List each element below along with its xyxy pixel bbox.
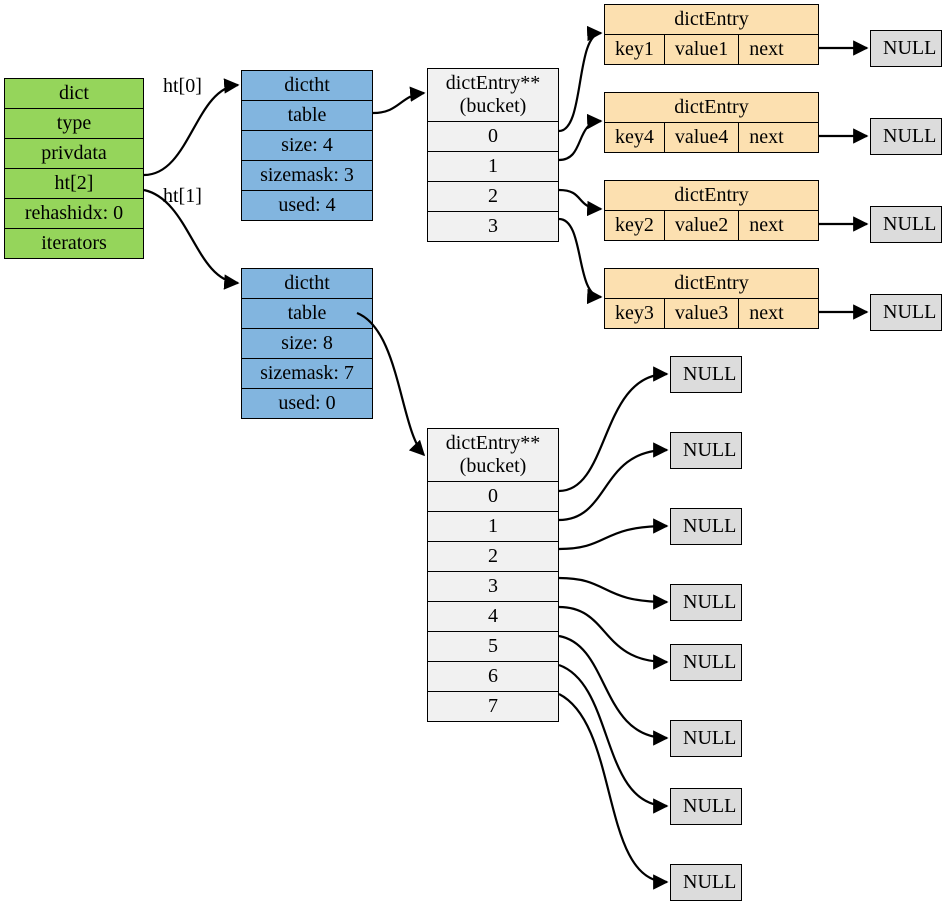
dictht0-box: dictht table size: 4 sizemask: 3 used: 4 xyxy=(241,70,373,221)
dictht0-size: size: 4 xyxy=(242,131,372,161)
dictht1-table: table xyxy=(242,299,372,329)
bucket1-title2: (bucket) xyxy=(428,455,558,482)
dictentry-2-value: value2 xyxy=(665,211,739,240)
null-entry-1: NULL xyxy=(870,118,942,155)
dictentry-1-title: dictEntry xyxy=(605,93,818,123)
null-entry-3: NULL xyxy=(870,294,942,331)
bucket0-title1: dictEntry** xyxy=(428,69,558,95)
bucket1-slot-7: 7 xyxy=(428,692,558,721)
dict-field-iterators: iterators xyxy=(5,229,143,258)
null-entry-2: NULL xyxy=(870,206,942,243)
dictentry-1-value: value4 xyxy=(665,123,739,152)
bucket1-box: dictEntry** (bucket) 0 1 2 3 4 5 6 7 xyxy=(427,428,559,722)
bucket0-box: dictEntry** (bucket) 0 1 2 3 xyxy=(427,68,559,242)
dictentry-3-key: key3 xyxy=(605,299,665,328)
dictentry-2-next: next xyxy=(739,211,793,240)
dictentry-0-key: key1 xyxy=(605,35,665,64)
dictentry-1-next: next xyxy=(739,123,793,152)
dictht1-box: dictht table size: 8 sizemask: 7 used: 0 xyxy=(241,268,373,419)
null-entry-0: NULL xyxy=(870,30,942,67)
dictentry-0-title: dictEntry xyxy=(605,5,818,35)
null-b1-7: NULL xyxy=(670,864,742,901)
bucket1-slot-4: 4 xyxy=(428,602,558,632)
dictht1-sizemask: sizemask: 7 xyxy=(242,359,372,389)
bucket0-title2: (bucket) xyxy=(428,95,558,122)
edge-label-ht0: ht[0] xyxy=(163,75,202,98)
null-b1-0: NULL xyxy=(670,356,742,393)
dictht0-title: dictht xyxy=(242,71,372,101)
dict-field-rehashidx: rehashidx: 0 xyxy=(5,199,143,229)
dict-field-privdata: privdata xyxy=(5,139,143,169)
bucket1-title1: dictEntry** xyxy=(428,429,558,455)
edge-label-ht1: ht[1] xyxy=(163,185,202,208)
dictentry-3-title: dictEntry xyxy=(605,269,818,299)
dict-box: dict type privdata ht[2] rehashidx: 0 it… xyxy=(4,78,144,259)
dict-title: dict xyxy=(5,79,143,109)
dictentry-0-next: next xyxy=(739,35,793,64)
bucket0-slot-0: 0 xyxy=(428,122,558,152)
dictentry-3: dictEntry key3 value3 next xyxy=(604,268,819,329)
bucket1-slot-0: 0 xyxy=(428,482,558,512)
bucket0-slot-2: 2 xyxy=(428,182,558,212)
bucket0-slot-1: 1 xyxy=(428,152,558,182)
dictentry-1-key: key4 xyxy=(605,123,665,152)
bucket1-slot-3: 3 xyxy=(428,572,558,602)
null-b1-2: NULL xyxy=(670,508,742,545)
dictht1-used: used: 0 xyxy=(242,389,372,418)
null-b1-4: NULL xyxy=(670,644,742,681)
dictentry-2-key: key2 xyxy=(605,211,665,240)
dictht0-sizemask: sizemask: 3 xyxy=(242,161,372,191)
dictentry-3-next: next xyxy=(739,299,793,328)
dictht1-title: dictht xyxy=(242,269,372,299)
dictht0-table: table xyxy=(242,101,372,131)
bucket1-slot-6: 6 xyxy=(428,662,558,692)
dictht0-used: used: 4 xyxy=(242,191,372,220)
dict-field-type: type xyxy=(5,109,143,139)
bucket1-slot-5: 5 xyxy=(428,632,558,662)
dictentry-0: dictEntry key1 value1 next xyxy=(604,4,819,65)
bucket1-slot-2: 2 xyxy=(428,542,558,572)
bucket0-slot-3: 3 xyxy=(428,212,558,241)
dictentry-2-title: dictEntry xyxy=(605,181,818,211)
bucket1-slot-1: 1 xyxy=(428,512,558,542)
dictentry-0-value: value1 xyxy=(665,35,739,64)
dictentry-3-value: value3 xyxy=(665,299,739,328)
null-b1-5: NULL xyxy=(670,720,742,757)
dictentry-1: dictEntry key4 value4 next xyxy=(604,92,819,153)
null-b1-3: NULL xyxy=(670,584,742,621)
null-b1-6: NULL xyxy=(670,788,742,825)
dict-field-ht: ht[2] xyxy=(5,169,143,199)
dictht1-size: size: 8 xyxy=(242,329,372,359)
null-b1-1: NULL xyxy=(670,432,742,469)
dictentry-2: dictEntry key2 value2 next xyxy=(604,180,819,241)
